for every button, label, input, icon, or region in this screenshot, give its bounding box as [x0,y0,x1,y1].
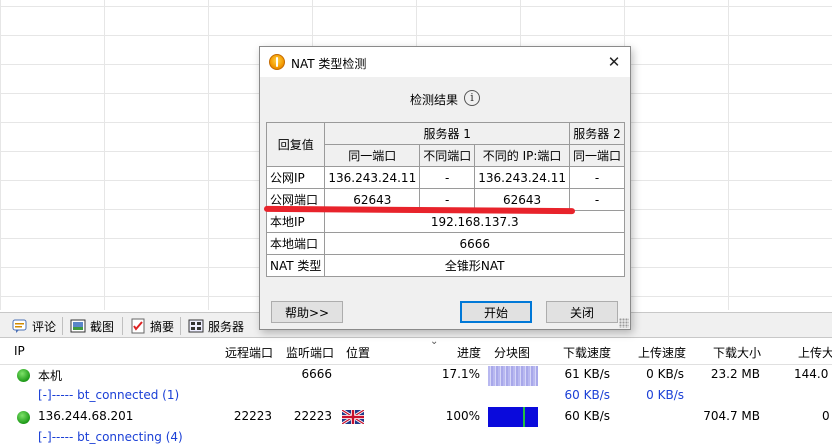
table-row: 本地端口 6666 [265,232,626,255]
cell-value: 全锥形NAT [324,254,626,277]
listen-port: 6666 [301,367,332,381]
tab-comments-label: 评论 [32,319,57,334]
col-listen-port[interactable]: 监听端口 [286,344,334,361]
resize-grip[interactable] [619,318,629,328]
server-icon [188,318,204,334]
cell-value: - [419,166,476,189]
help-button[interactable]: 帮助>> [271,301,343,323]
row-label: 本地端口 [265,232,326,255]
table-row: NAT 类型 全锥形NAT [265,254,626,277]
col-ip[interactable]: IP [14,344,25,358]
tab-separator [180,317,181,335]
sort-chevron-icon: ⌄ [430,336,439,347]
cell-value: 192.168.137.3 [324,210,626,233]
comment-icon [12,318,28,334]
upload-size: 0 [822,409,830,423]
close-icon[interactable]: ✕ [604,52,624,72]
row-label: 公网IP [265,166,326,189]
status-connected-icon [17,411,30,424]
cell-value: 136.243.24.11 [324,166,421,189]
status-connected-icon [17,369,30,382]
cell-value: 6666 [324,232,626,255]
sub-diff-port: 不同端口 [419,144,476,167]
upload-speed: 0 KB/s [646,367,684,381]
cell-value: - [569,166,626,189]
list-header: IP 远程端口 监听端口 位置 ⌄ 进度 分块图 下载速度 上传速度 下载大小 … [0,336,832,365]
list-item[interactable]: 本机 6666 17.1% 61 KB/s 0 KB/s 23.2 MB 144… [0,364,832,386]
sub-diff-ip-port: 不同的 IP:端口 [474,144,571,167]
sub-same-port-s2: 同一端口 [569,144,626,167]
progress: 17.1% [441,367,480,381]
col-download-speed[interactable]: 下载速度 [563,344,611,361]
chunk-marker [523,407,525,427]
peer-list: IP 远程端口 监听端口 位置 ⌄ 进度 分块图 下载速度 上传速度 下载大小 … [0,336,832,446]
download-size: 23.2 MB [710,367,760,381]
tab-separator [62,317,63,335]
chunk-map [488,407,538,427]
download-size: 704.7 MB [703,409,760,423]
progress: 100% [445,409,480,423]
tab-separator [122,317,123,335]
tab-screenshot-label: 截图 [90,319,115,334]
upload-speed: 0 KB/s [646,388,684,402]
list-group-row[interactable]: [-]----- bt_connecting (4) [0,427,832,446]
tab-servers[interactable]: 服务器 [182,316,250,336]
download-speed: 60 KB/s [564,388,610,402]
peer-ip: 136.244.68.201 [38,409,134,423]
info-icon[interactable]: i [464,90,480,106]
col-download-size[interactable]: 下载大小 [713,344,761,361]
result-label: 检测结果 [410,93,459,107]
tab-comments[interactable]: 评论 [6,316,62,336]
uk-flag-icon [341,408,365,426]
dialog-title: NAT 类型检测 [291,57,367,71]
group-label[interactable]: [-]----- bt_connected (1) [38,388,179,402]
dialog-titlebar[interactable]: NAT 类型检测 ✕ [260,47,630,77]
tab-screenshot[interactable]: 截图 [64,316,120,336]
tab-servers-label: 服务器 [208,319,245,334]
peer-ip: 本机 [38,369,63,383]
checklist-icon [130,318,146,334]
start-button[interactable]: 开始 [460,301,532,323]
chunk-map [488,366,538,386]
tab-summary-label: 摘要 [150,319,175,334]
cell-value: - [569,188,626,211]
row-label: 本地IP [265,210,326,233]
col-chunk-map[interactable]: 分块图 [494,344,530,361]
close-button[interactable]: 关闭 [546,301,618,323]
col-remote-port[interactable]: 远程端口 [225,344,273,361]
col-upload-size[interactable]: 上传大 [798,344,832,361]
reply-header: 回复值 [265,122,326,167]
row-label: NAT 类型 [265,254,326,277]
list-group-row[interactable]: [-]----- bt_connected (1) 60 KB/s 0 KB/s [0,385,832,407]
sub-same-port: 同一端口 [324,144,421,167]
remote-port: 22223 [233,409,272,423]
table-header-row: 回复值 服务器 1 服务器 2 [265,122,626,167]
nat-detection-dialog: NAT 类型检测 ✕ 检测结果 i 回复值 服务器 1 服务器 2 同一端口 不… [259,46,631,330]
download-speed: 61 KB/s [564,367,610,381]
screenshot-icon [70,318,86,334]
app-icon [269,54,285,70]
upload-size: 144.0 [794,367,829,381]
cell-value: 136.243.24.11 [474,166,571,189]
col-progress[interactable]: 进度 [457,344,481,361]
download-speed: 60 KB/s [564,409,610,423]
col-upload-speed[interactable]: 上传速度 [638,344,686,361]
results-table: 回复值 服务器 1 服务器 2 同一端口 不同端口 不同的 IP:端口 同一端口… [265,122,626,277]
listen-port: 22223 [293,409,332,423]
server2-header: 服务器 2 [569,122,626,145]
list-item[interactable]: 136.244.68.201 22223 22223 100% 60 KB/s … [0,406,832,428]
server1-header: 服务器 1 [324,122,571,145]
tab-summary[interactable]: 摘要 [124,316,180,336]
table-row: 公网IP 136.243.24.11 - 136.243.24.11 - [265,166,626,189]
group-label[interactable]: [-]----- bt_connecting (4) [38,430,183,444]
col-location[interactable]: 位置 [346,344,370,361]
